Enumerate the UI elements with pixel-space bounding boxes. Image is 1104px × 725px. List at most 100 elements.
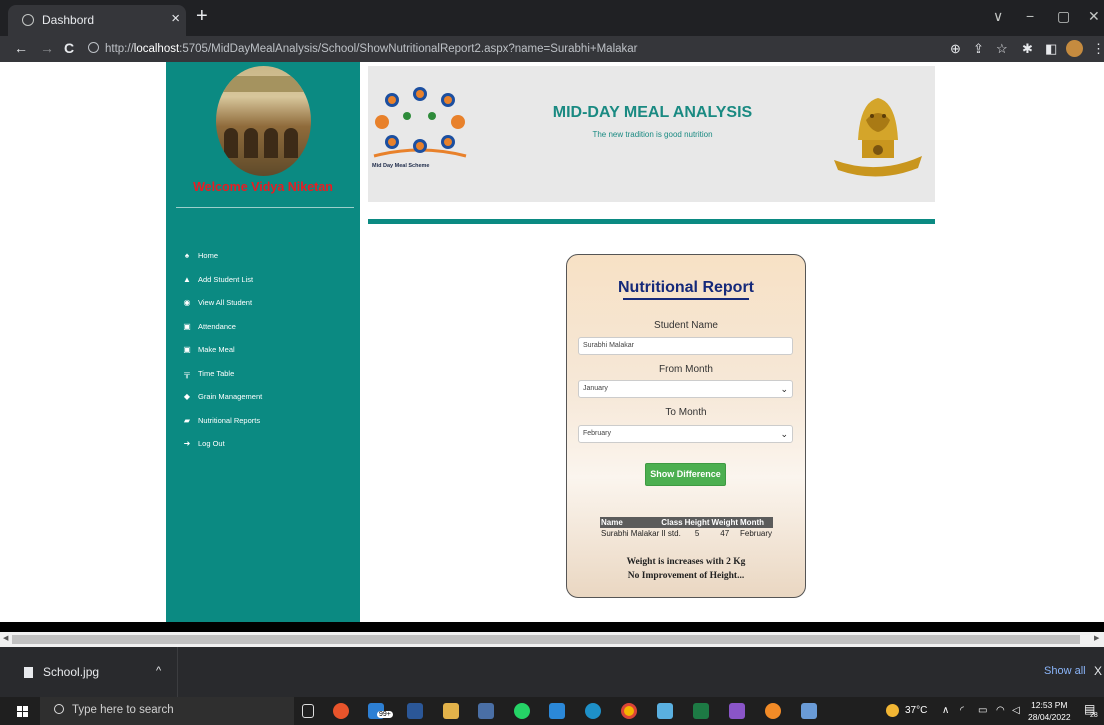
height-message: No Improvement of Height...: [627, 571, 745, 581]
windows-taskbar: Type here to search 99+ 37°C ∧ ◜ ▭ ◠ ◁ 1…: [0, 697, 1104, 725]
download-options-caret[interactable]: ^: [156, 665, 161, 677]
sidebar-item-view-all-student[interactable]: ◉ View All Student: [181, 291, 262, 315]
address-bar-row: ← → C http://localhost:5705/MidDayMealAn…: [0, 36, 1104, 62]
report-title: Nutritional Report: [618, 279, 754, 296]
welcome-text: Welcome Vidya Niketan: [193, 180, 333, 194]
eye-icon: ◉: [183, 298, 191, 308]
student-name-value: Surabhi Malakar: [583, 342, 634, 349]
browser-menu-icon[interactable]: ⋮: [1092, 41, 1104, 57]
sidebar-item-grain-management[interactable]: ◆ Grain Management: [181, 385, 262, 409]
task-view-icon[interactable]: [302, 704, 314, 718]
file-explorer-icon[interactable]: [443, 703, 459, 719]
browser-tab[interactable]: Dashbord ×: [8, 5, 186, 36]
weather-temp[interactable]: 37°C: [905, 705, 927, 716]
forward-button[interactable]: →: [40, 40, 54, 56]
word-icon[interactable]: [407, 703, 423, 719]
notes-icon[interactable]: [657, 703, 673, 719]
column-header: Class: [660, 517, 684, 528]
scrollbar-thumb[interactable]: [12, 635, 1080, 644]
search-placeholder: Type here to search: [72, 704, 174, 716]
show-difference-button[interactable]: Show Difference: [645, 463, 726, 486]
sidebar-item-label: View All Student: [198, 298, 253, 308]
network-icon[interactable]: ◜: [960, 705, 964, 716]
downloads-close-button[interactable]: X: [1094, 664, 1102, 678]
clock-time: 12:53 PM: [1031, 700, 1068, 710]
downloads-bar: School.jpg ^ Show all X: [0, 647, 1104, 697]
sidebar-item-log-out[interactable]: ➜ Log Out: [181, 432, 262, 456]
show-all-button[interactable]: Show all: [1044, 665, 1086, 677]
table-cell: Surabhi Malakar: [601, 529, 660, 538]
visual-studio-icon[interactable]: [729, 703, 745, 719]
zoom-icon[interactable]: ⊕: [950, 41, 961, 57]
column-header: Name: [600, 517, 661, 528]
calculator-icon[interactable]: [478, 703, 494, 719]
snipping-tool-icon[interactable]: [801, 703, 817, 719]
volume-icon[interactable]: ◁: [1012, 705, 1020, 716]
logo-caption: Mid Day Meal Scheme: [372, 163, 430, 169]
table-header-row: Name Class Height Weight Month: [600, 517, 774, 528]
back-button[interactable]: ←: [14, 40, 28, 56]
clock-date: 28/04/2022: [1028, 712, 1071, 722]
sidebar-item-attendance[interactable]: ▣ Attendance: [181, 315, 262, 339]
column-header: Month: [739, 517, 774, 528]
whatsapp-icon[interactable]: [514, 703, 530, 719]
extensions-icon[interactable]: ✱: [1022, 41, 1033, 57]
battery-icon[interactable]: ▭: [978, 705, 987, 716]
browser-tab-bar: Dashbord × + ∨ − ▢ ✕: [0, 0, 1104, 36]
excel-icon[interactable]: [693, 703, 709, 719]
chrome-icon[interactable]: [621, 703, 637, 719]
sidebar-item-label: Add Student List: [198, 274, 254, 284]
bookmark-star-icon[interactable]: ☆: [996, 41, 1008, 57]
new-tab-button[interactable]: +: [196, 5, 208, 28]
edge-icon[interactable]: [585, 703, 601, 719]
page-bottom-bar: [0, 622, 1104, 632]
tab-search-chevron-icon[interactable]: ∨: [993, 8, 1003, 25]
search-icon: [54, 704, 64, 714]
clock[interactable]: 12:53 PM 28/04/2022: [1028, 699, 1071, 723]
windows-start-icon[interactable]: [17, 706, 28, 717]
download-item[interactable]: School.jpg ^: [0, 647, 178, 697]
from-month-select[interactable]: January ⌄: [578, 380, 793, 398]
scroll-right-icon[interactable]: ▶: [1094, 634, 1099, 642]
taskbar-search-box[interactable]: Type here to search: [40, 697, 294, 725]
url-field[interactable]: http://localhost:5705/MidDayMealAnalysis…: [88, 40, 940, 59]
table-cell: II std.: [661, 529, 681, 538]
school-arch-shape: [284, 128, 298, 158]
reload-button[interactable]: C: [64, 40, 74, 56]
maximize-button[interactable]: ▢: [1057, 8, 1070, 25]
weight-message: Weight is increases with 2 Kg: [626, 557, 746, 567]
add-user-icon: ▲: [183, 274, 191, 284]
side-panel-icon[interactable]: ◧: [1045, 41, 1057, 57]
sidebar-item-add-student-list[interactable]: ▲ Add Student List: [181, 268, 262, 292]
student-name-field[interactable]: Surabhi Malakar: [578, 337, 793, 355]
share-icon[interactable]: ⇪: [973, 41, 984, 57]
sidebar-item-nutritional-reports[interactable]: ▰ Nutritional Reports: [181, 409, 262, 433]
sidebar-item-label: Nutritional Reports: [198, 415, 261, 425]
timetable-icon: ╦: [184, 368, 190, 378]
sidebar-item-time-table[interactable]: ╦ Time Table: [181, 362, 262, 386]
scroll-left-icon[interactable]: ◀: [3, 634, 8, 642]
site-subtitle: The new tradition is good nutrition: [592, 130, 713, 139]
outlook-icon[interactable]: [549, 703, 565, 719]
download-file-name: School.jpg: [43, 665, 100, 679]
to-month-select[interactable]: February ⌄: [578, 425, 793, 443]
sidebar-item-label: Home: [198, 251, 219, 261]
horizontal-scrollbar[interactable]: ◀ ▶: [0, 632, 1104, 647]
home-icon: ♠: [184, 251, 190, 261]
tab-close-button[interactable]: ×: [171, 10, 180, 27]
window-close-button[interactable]: ✕: [1088, 8, 1100, 25]
header-divider: [368, 219, 935, 224]
sidebar-item-make-meal[interactable]: ▣ Make Meal: [181, 338, 262, 362]
sidebar-item-label: Attendance: [198, 321, 236, 331]
profile-avatar[interactable]: [1066, 40, 1083, 57]
sidebar-item-home[interactable]: ♠ Home: [181, 244, 262, 268]
app-icon[interactable]: [333, 703, 349, 719]
weather-icon[interactable]: [886, 704, 899, 717]
report-title-underline: [623, 298, 749, 300]
tray-expand-icon[interactable]: ∧: [942, 705, 949, 716]
minimize-button[interactable]: −: [1026, 8, 1034, 24]
wifi-icon[interactable]: ◠: [996, 705, 1005, 716]
site-info-icon[interactable]: [88, 42, 99, 53]
chrome-profile-icon[interactable]: [765, 703, 781, 719]
student-name-label: Student Name: [654, 320, 718, 331]
